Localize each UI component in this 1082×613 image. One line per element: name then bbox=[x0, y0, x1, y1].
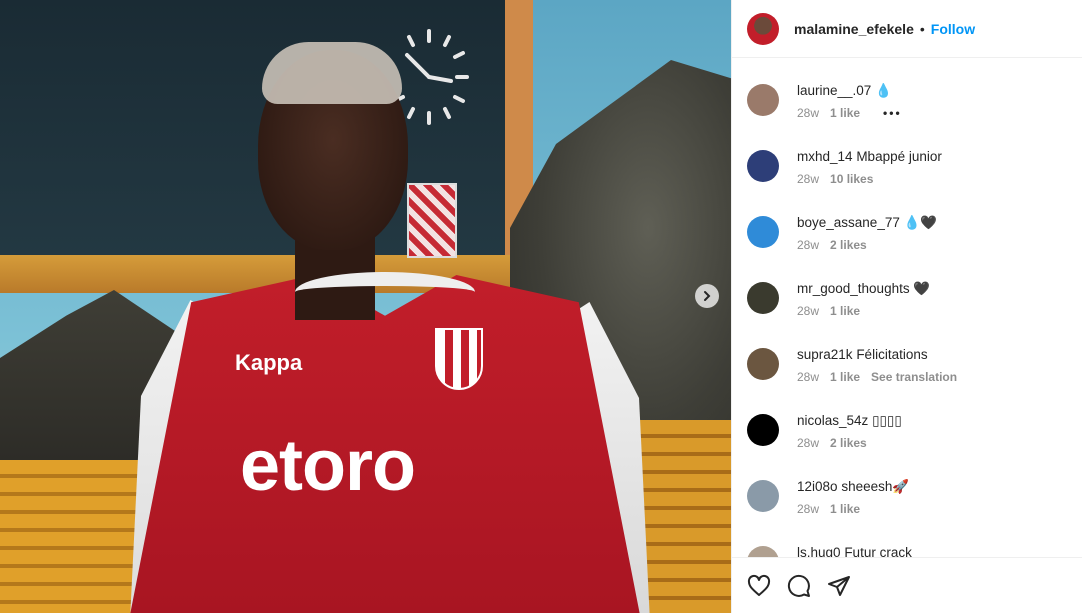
comment-item: mr_good_thoughts 🖤 28w 1 like bbox=[732, 279, 1082, 345]
club-crest bbox=[435, 328, 483, 390]
author-avatar[interactable] bbox=[747, 12, 779, 45]
comment-item: ls.hug0 Futur crack bbox=[732, 543, 1082, 557]
commenter-username[interactable]: boye_assane_77 bbox=[797, 215, 900, 230]
jersey-collar bbox=[295, 272, 475, 312]
comment-item: boye_assane_77 💧🖤 28w 2 likes bbox=[732, 213, 1082, 279]
commenter-avatar[interactable] bbox=[747, 348, 779, 380]
commenter-username[interactable]: supra21k bbox=[797, 347, 853, 362]
commenter-avatar[interactable] bbox=[747, 480, 779, 512]
commenter-avatar[interactable] bbox=[747, 546, 779, 557]
commenter-avatar[interactable] bbox=[747, 282, 779, 314]
comment-likes[interactable]: 1 like bbox=[830, 106, 860, 120]
player-hair bbox=[262, 42, 402, 104]
heart-icon bbox=[747, 574, 771, 596]
comments-list[interactable]: laurine__.07 💧 28w 1 like ••• mxhd_14 Mb… bbox=[732, 60, 1082, 557]
see-translation-link[interactable]: See translation bbox=[871, 370, 957, 384]
player-figure: Kappa etoro bbox=[130, 40, 650, 613]
comment-text: 🖤 bbox=[913, 281, 931, 296]
commenter-username[interactable]: laurine__.07 bbox=[797, 83, 871, 98]
comment-text: Félicitations bbox=[856, 347, 928, 362]
carousel-next-button[interactable] bbox=[695, 284, 719, 308]
commenter-avatar[interactable] bbox=[747, 84, 779, 116]
comment-likes[interactable]: 2 likes bbox=[830, 238, 867, 252]
comment-age[interactable]: 28w bbox=[797, 436, 819, 450]
post-side-panel: malamine_efekele • Follow laurine__.07 💧… bbox=[731, 0, 1082, 613]
commenter-username[interactable]: 12i08o bbox=[797, 479, 838, 494]
post-actions-bar bbox=[732, 557, 1082, 613]
comment-text: 💧 bbox=[875, 83, 892, 98]
comment-age[interactable]: 28w bbox=[797, 106, 819, 120]
commenter-username[interactable]: ls.hug0 bbox=[797, 545, 841, 557]
comment-age[interactable]: 28w bbox=[797, 370, 819, 384]
post-header: malamine_efekele • Follow bbox=[732, 0, 1082, 58]
share-button[interactable] bbox=[827, 574, 851, 598]
comment-item: laurine__.07 💧 28w 1 like ••• bbox=[732, 81, 1082, 147]
comment-item: mxhd_14 Mbappé junior 28w 10 likes bbox=[732, 147, 1082, 213]
sponsor-logo: etoro bbox=[240, 426, 416, 506]
comment-age[interactable]: 28w bbox=[797, 502, 819, 516]
comment-text: Futur crack bbox=[844, 545, 912, 557]
comment-age[interactable]: 28w bbox=[797, 238, 819, 252]
comment-icon bbox=[787, 574, 810, 597]
follow-button[interactable]: Follow bbox=[931, 21, 975, 37]
author-username[interactable]: malamine_efekele bbox=[794, 21, 914, 37]
comment-text: 💧🖤 bbox=[903, 215, 938, 230]
commenter-username[interactable]: mr_good_thoughts bbox=[797, 281, 910, 296]
comment-likes[interactable]: 1 like bbox=[830, 502, 860, 516]
commenter-avatar[interactable] bbox=[747, 216, 779, 248]
commenter-avatar[interactable] bbox=[747, 150, 779, 182]
comment-text: Mbappé junior bbox=[856, 149, 942, 164]
commenter-username[interactable]: mxhd_14 bbox=[797, 149, 853, 164]
post-photo[interactable]: Kappa etoro bbox=[0, 0, 731, 613]
kappa-logo: Kappa bbox=[235, 350, 303, 375]
comment-text: ▯▯▯▯ bbox=[872, 413, 902, 428]
comment-text: sheeesh🚀 bbox=[841, 479, 910, 494]
comment-item: nicolas_54z ▯▯▯▯ 28w 2 likes bbox=[732, 411, 1082, 477]
more-options-icon[interactable]: ••• bbox=[883, 106, 902, 120]
header-separator: • bbox=[919, 20, 925, 37]
share-icon bbox=[828, 575, 850, 596]
comment-button[interactable] bbox=[787, 574, 811, 598]
chevron-right-icon bbox=[704, 291, 711, 301]
commenter-avatar[interactable] bbox=[747, 414, 779, 446]
comment-likes[interactable]: 1 like bbox=[830, 304, 860, 318]
comment-item: 12i08o sheeesh🚀 28w 1 like bbox=[732, 477, 1082, 543]
comment-likes[interactable]: 10 likes bbox=[830, 172, 873, 186]
comment-likes[interactable]: 1 like bbox=[830, 370, 860, 384]
comment-item: supra21k Félicitations 28w 1 like See tr… bbox=[732, 345, 1082, 411]
comment-likes[interactable]: 2 likes bbox=[830, 436, 867, 450]
comment-age[interactable]: 28w bbox=[797, 172, 819, 186]
like-button[interactable] bbox=[747, 574, 771, 598]
comment-age[interactable]: 28w bbox=[797, 304, 819, 318]
commenter-username[interactable]: nicolas_54z bbox=[797, 413, 868, 428]
